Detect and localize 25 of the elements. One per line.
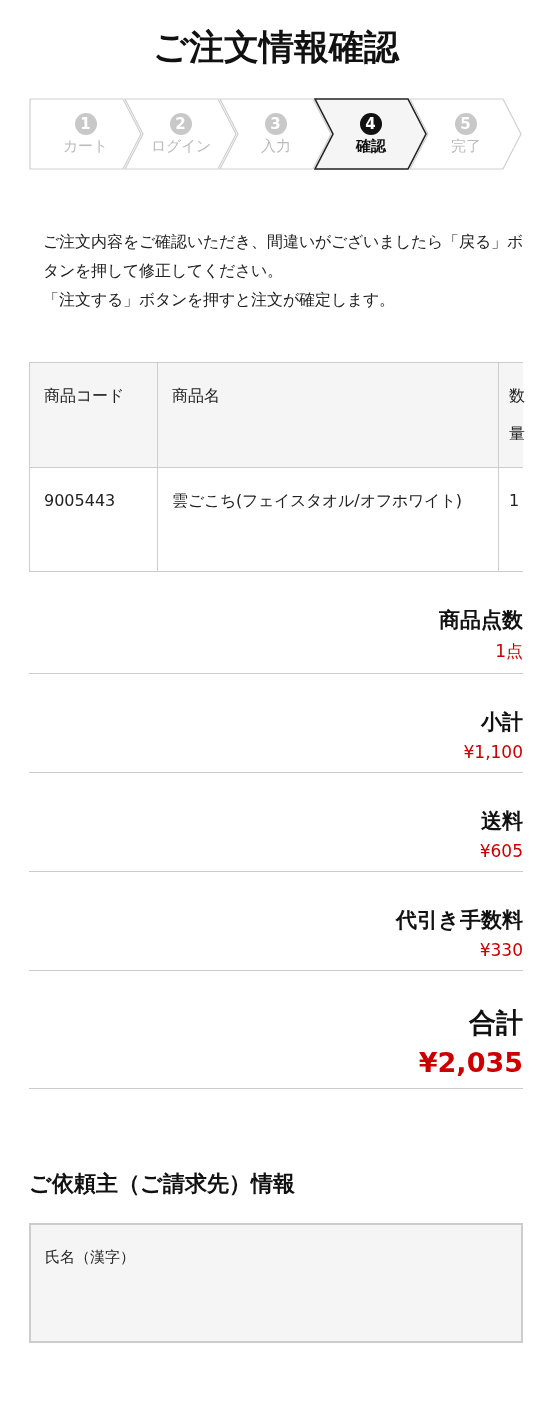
- summary-value: ¥605: [479, 841, 523, 861]
- notice-text: ご注文内容をご確認いただき、間違いがございましたら「戻る」ボタンを押して修正してください。: [43, 232, 523, 282]
- step-label: 入力: [260, 136, 291, 156]
- page-title: ご注文情報確認: [152, 26, 401, 69]
- field-label: 氏名（漢字）: [45, 1248, 135, 1266]
- section-heading: ご依頼主（ご請求先）情報: [29, 1170, 296, 1198]
- summary-value: ¥2,035: [418, 1047, 523, 1078]
- step-label: カート: [63, 136, 108, 156]
- summary-value: ¥330: [479, 940, 523, 960]
- summary-label: 送料: [481, 808, 523, 835]
- table-cell: 雲ごこち(フェイスタオル/オフホワイト): [157, 467, 499, 572]
- summary-label: 合計: [469, 1006, 523, 1040]
- notice-text: 「注文する」ボタンを押すと注文が確定します。: [43, 290, 396, 311]
- summary-value: ¥1,100: [463, 742, 523, 762]
- table-header: 商品コード: [29, 362, 158, 468]
- table-header: 数量: [498, 362, 523, 468]
- summary-value: 1点: [495, 640, 523, 663]
- summary-label: 小計: [481, 709, 523, 736]
- table-header: 商品名: [157, 362, 499, 468]
- step-label: ログイン: [150, 136, 211, 156]
- step-label: 完了: [450, 136, 481, 156]
- table-cell: 9005443: [29, 467, 158, 572]
- summary-label: 商品点数: [439, 607, 523, 634]
- summary-label: 代引き手数料: [396, 907, 523, 934]
- step-label: 確認: [355, 136, 386, 156]
